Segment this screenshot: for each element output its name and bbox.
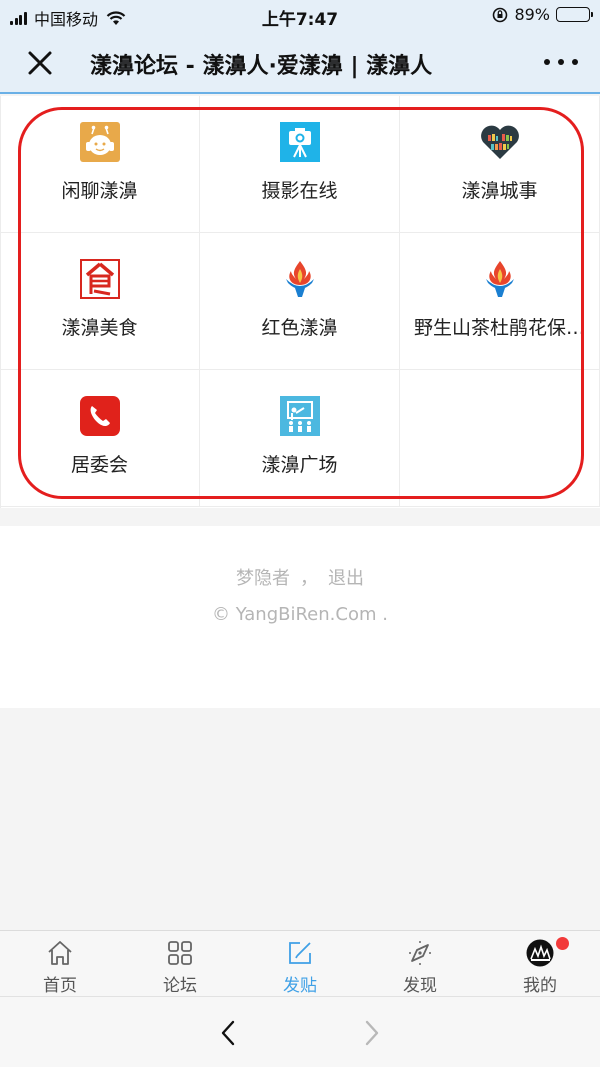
- forum-item-red[interactable]: 红色漾濞: [200, 233, 400, 370]
- more-dot: [544, 59, 550, 65]
- rotation-lock-icon: [493, 7, 508, 22]
- avatar-icon: [526, 939, 554, 967]
- robot-headphones-icon: [80, 122, 120, 162]
- tab-label: 发贴: [283, 976, 317, 996]
- forum-item-label: 漾濞城事: [461, 180, 538, 202]
- torch-flame-icon: [286, 261, 314, 297]
- forum-item-camellia[interactable]: 野生山茶杜鹃花保…: [400, 233, 600, 370]
- forum-item-label: 漾濞广场: [261, 454, 338, 476]
- grid-icon: [168, 941, 192, 965]
- close-icon[interactable]: [26, 49, 54, 77]
- forum-grid: 闲聊漾濞 摄影在线 漾濞城事 漾濞美食 红色漾濞 野生山茶杜鹃花保… 居委会 漾…: [0, 96, 600, 508]
- forum-item-square[interactable]: 漾濞广场: [200, 370, 400, 507]
- phone-icon: [80, 396, 120, 436]
- forum-item-label: 摄影在线: [261, 180, 338, 202]
- separator: ，: [300, 568, 318, 589]
- forum-item-committee[interactable]: 居委会: [0, 370, 200, 507]
- tab-forum[interactable]: 论坛: [120, 931, 240, 997]
- forum-item-label: 红色漾濞: [261, 317, 338, 339]
- tab-home[interactable]: 首页: [0, 931, 120, 997]
- status-bar: 中国移动 上午7:47 89%: [0, 0, 600, 32]
- tab-bar: 首页 论坛 发贴 发现 我的: [0, 930, 600, 996]
- forum-item-label: 居委会: [70, 454, 128, 476]
- footer-user-line: 梦隐者 ， 退出: [0, 564, 600, 590]
- torch-flame-icon: [486, 261, 514, 297]
- username[interactable]: 梦隐者: [236, 568, 290, 589]
- forum-item-photo[interactable]: 摄影在线: [200, 96, 400, 233]
- tab-label: 论坛: [163, 976, 197, 996]
- classroom-board-icon: [280, 396, 320, 436]
- copyright-text: © YangBiRen.Com .: [212, 604, 388, 625]
- tab-label: 我的: [523, 976, 557, 996]
- page-footer: 梦隐者 ， 退出 © YangBiRen.Com .: [0, 526, 600, 708]
- browser-toolbar: [0, 996, 600, 1067]
- battery-icon: [556, 7, 593, 22]
- status-right: 89%: [492, 5, 593, 24]
- forum-item-label: 野生山茶杜鹃花保…: [413, 317, 585, 339]
- divider: [0, 508, 600, 526]
- more-dot: [558, 59, 564, 65]
- more-menu-button[interactable]: [544, 52, 578, 72]
- forum-item-food[interactable]: 漾濞美食: [0, 233, 200, 370]
- home-icon: [48, 941, 72, 965]
- forward-arrow-icon: [365, 1020, 379, 1046]
- empty-cell: [400, 370, 600, 507]
- page-title: 漾濞论坛 - 漾濞人·爱漾濞 | 漾濞人: [90, 48, 520, 80]
- compass-icon: [409, 941, 431, 965]
- forum-item-label: 漾濞美食: [61, 317, 138, 339]
- tab-post[interactable]: 发贴: [240, 931, 360, 997]
- heart-bookshelf-icon: [481, 125, 519, 159]
- tab-label: 首页: [43, 976, 77, 996]
- nav-bar: 漾濞论坛 - 漾濞人·爱漾濞 | 漾濞人: [0, 32, 600, 94]
- more-dot: [572, 59, 578, 65]
- tab-discover[interactable]: 发现: [360, 931, 480, 997]
- forum-item-city[interactable]: 漾濞城事: [400, 96, 600, 233]
- edit-icon: [289, 942, 311, 964]
- camera-tripod-icon: [280, 122, 320, 162]
- food-character-icon: [80, 259, 120, 299]
- logout-link[interactable]: 退出: [328, 568, 364, 589]
- forum-item-chat[interactable]: 闲聊漾濞: [0, 96, 200, 233]
- battery-percent: 89%: [514, 5, 550, 24]
- notification-badge: [556, 937, 569, 950]
- back-arrow-icon[interactable]: [216, 1019, 240, 1047]
- forum-item-label: 闲聊漾濞: [61, 180, 138, 202]
- tab-me[interactable]: 我的: [480, 931, 600, 997]
- tab-label: 发现: [403, 976, 437, 996]
